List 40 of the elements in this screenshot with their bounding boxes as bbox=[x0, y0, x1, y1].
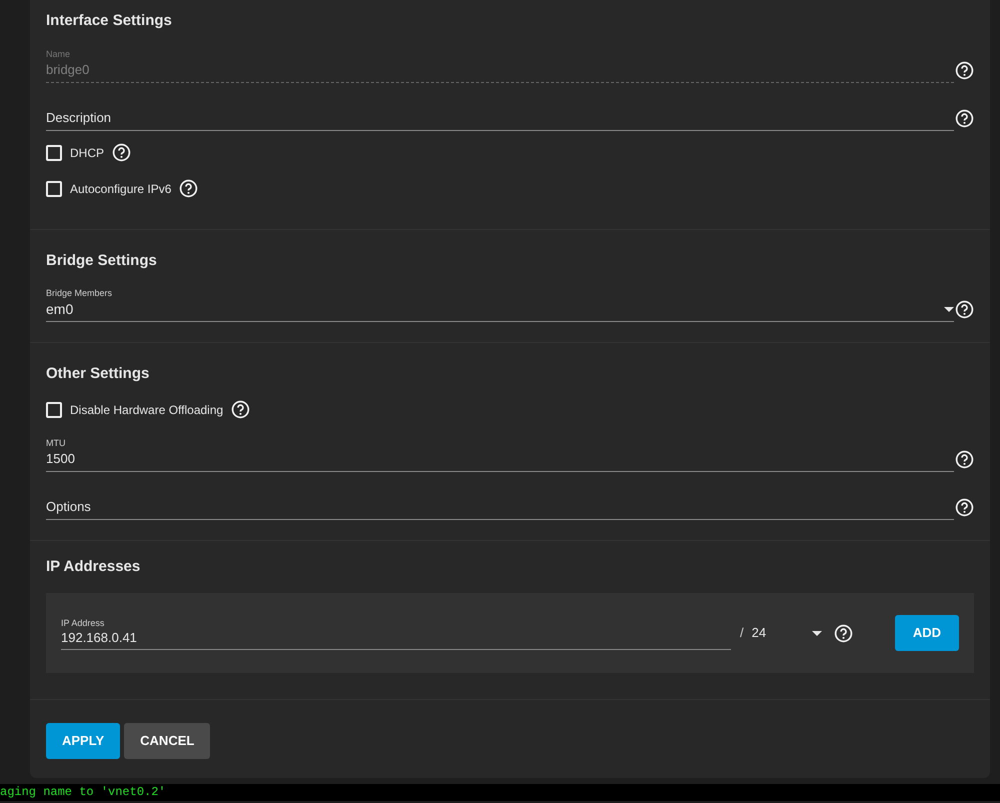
select-field[interactable]: Bridge Members em0 bbox=[46, 282, 954, 322]
field-placeholder: Description bbox=[46, 108, 112, 127]
dropdown-caret-icon[interactable] bbox=[812, 630, 822, 636]
help-icon[interactable] bbox=[955, 450, 974, 468]
checkbox[interactable] bbox=[46, 402, 62, 418]
netmask-select[interactable]: 24 bbox=[752, 623, 822, 643]
help-icon[interactable] bbox=[955, 300, 974, 319]
section-title: IP Addresses bbox=[46, 556, 142, 576]
field-value: bridge0 bbox=[46, 60, 90, 79]
help-icon[interactable] bbox=[231, 400, 250, 419]
console-text: aging name to 'vnet0.2' bbox=[0, 785, 166, 799]
section-title: Bridge Settings bbox=[46, 250, 158, 270]
field-label: IP Address bbox=[61, 616, 106, 628]
dropdown-caret-icon[interactable] bbox=[944, 307, 954, 312]
input-field[interactable]: MTU 1500 bbox=[46, 432, 954, 472]
checkbox[interactable] bbox=[46, 180, 62, 196]
help-icon[interactable] bbox=[955, 108, 974, 128]
help-icon[interactable] bbox=[955, 498, 974, 516]
field-value: 192.168.0.41 bbox=[61, 628, 138, 646]
field-value: em0 bbox=[46, 300, 74, 319]
input-field[interactable]: Description bbox=[46, 90, 954, 130]
field-value: 1500 bbox=[46, 450, 76, 468]
input-field[interactable]: IP Address 192.168.0.41 bbox=[61, 616, 731, 650]
section-title: Interface Settings bbox=[46, 11, 173, 31]
checkbox-label: DHCP bbox=[70, 144, 104, 162]
input-field[interactable]: Options bbox=[46, 480, 954, 520]
field-placeholder: Options bbox=[46, 498, 92, 516]
field-label: Name bbox=[46, 48, 72, 60]
checkbox[interactable] bbox=[46, 144, 62, 160]
section-title: Other Settings bbox=[46, 364, 150, 384]
separator-text: / bbox=[740, 624, 744, 642]
help-icon[interactable] bbox=[112, 143, 132, 162]
checkbox-label: Autoconfigure IPv6 bbox=[70, 180, 172, 198]
help-icon[interactable] bbox=[179, 179, 198, 198]
cancel-button[interactable]: CANCEL bbox=[124, 723, 210, 759]
field-label: Bridge Members bbox=[46, 287, 114, 299]
help-icon[interactable] bbox=[955, 60, 974, 80]
field-label: MTU bbox=[46, 436, 66, 448]
checkbox-label: Disable Hardware Offloading bbox=[70, 402, 224, 418]
help-icon[interactable] bbox=[834, 624, 853, 642]
